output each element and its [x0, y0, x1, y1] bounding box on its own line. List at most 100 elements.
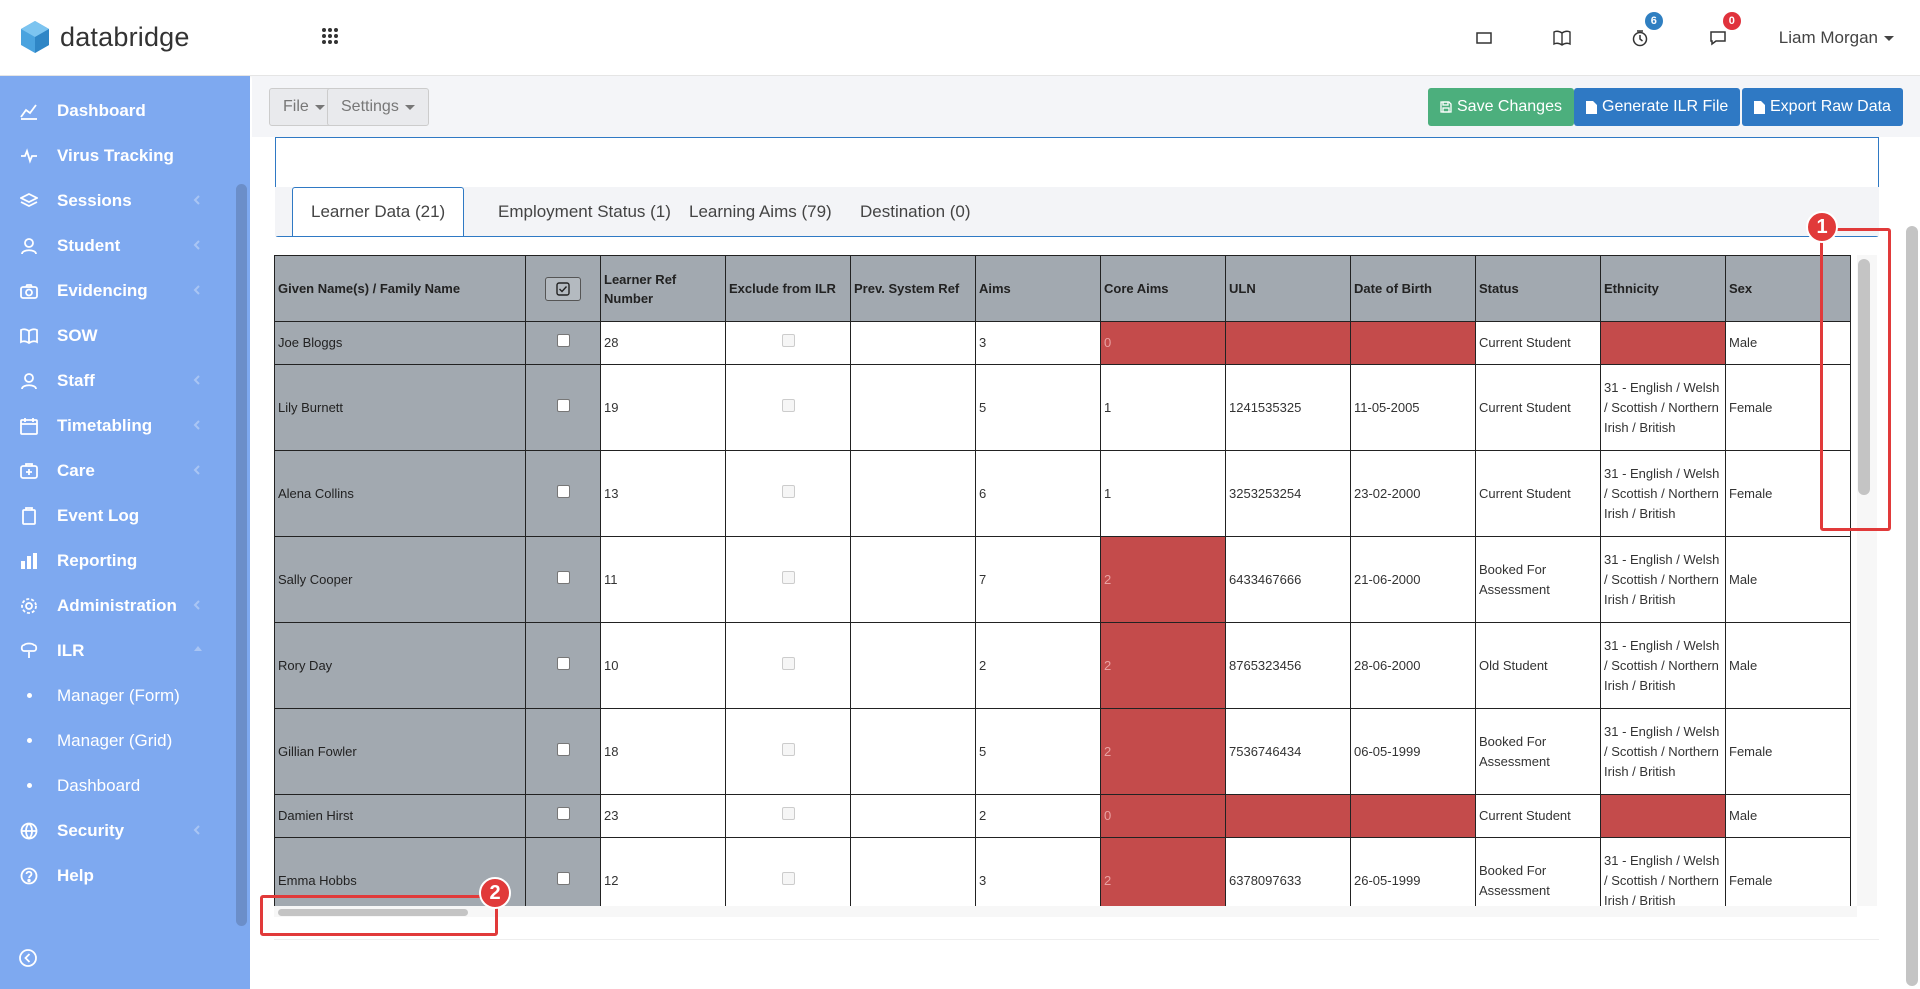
learner-name-cell[interactable]: Sally Cooper — [274, 536, 526, 623]
prev-cell[interactable] — [850, 450, 976, 537]
uln-cell[interactable]: 7536746434 — [1225, 708, 1351, 795]
tab-employment-status[interactable]: Employment Status (1) — [480, 187, 689, 236]
prev-cell[interactable] — [850, 321, 976, 365]
sidebar-subitem-manager-grid[interactable]: Manager (Grid) — [0, 718, 232, 763]
export-raw-data-button[interactable]: Export Raw Data — [1742, 88, 1903, 126]
sidebar-scrollbar[interactable] — [236, 184, 247, 926]
exclude-from-ilr-cell[interactable] — [725, 536, 851, 623]
status-cell[interactable]: Current Student — [1475, 321, 1601, 365]
page-scroll-thumb[interactable] — [1906, 226, 1918, 986]
apps-grid-icon[interactable] — [321, 27, 339, 50]
ethnicity-cell[interactable] — [1600, 321, 1726, 365]
sidebar-item-care[interactable]: Care — [0, 448, 232, 493]
learner-name-cell[interactable]: Damien Hirst — [274, 794, 526, 838]
column-header[interactable]: Aims — [975, 255, 1101, 322]
prev-cell[interactable] — [850, 837, 976, 906]
grid-horizontal-scrollbar[interactable] — [274, 906, 1857, 917]
exclude-from-ilr-cell[interactable] — [725, 321, 851, 365]
window-icon[interactable] — [1469, 23, 1499, 53]
row-select-cell[interactable] — [525, 321, 601, 365]
dob-cell[interactable]: 28-06-2000 — [1350, 622, 1476, 709]
sex-cell[interactable]: Female — [1725, 708, 1851, 795]
uln-cell[interactable]: 3253253254 — [1225, 450, 1351, 537]
aims-cell[interactable]: 2 — [975, 622, 1101, 709]
book-icon[interactable] — [1547, 23, 1577, 53]
core-cell[interactable]: 2 — [1100, 536, 1226, 623]
ethnicity-cell[interactable]: 31 - English / Welsh / Scottish / Northe… — [1600, 837, 1726, 906]
prev-cell[interactable] — [850, 794, 976, 838]
status-cell[interactable]: Booked For Assessment — [1475, 708, 1601, 795]
prev-cell[interactable] — [850, 708, 976, 795]
row-select-checkbox[interactable] — [556, 398, 570, 412]
table-row[interactable]: Alena Collins 13 6 1 3253253254 23-02-2000 Cur… — [274, 450, 1851, 537]
aims-cell[interactable]: 3 — [975, 321, 1101, 365]
core-cell[interactable]: 2 — [1100, 837, 1226, 906]
row-select-cell[interactable] — [525, 622, 601, 709]
sidebar-subitem-manager-form[interactable]: Manager (Form) — [0, 673, 232, 718]
ref-cell[interactable]: 12 — [600, 837, 726, 906]
status-cell[interactable]: Current Student — [1475, 364, 1601, 451]
core-cell[interactable]: 1 — [1100, 450, 1226, 537]
exclude-from-ilr-cell[interactable] — [725, 364, 851, 451]
ethnicity-cell[interactable]: 31 - English / Welsh / Scottish / Northe… — [1600, 708, 1726, 795]
learner-name-cell[interactable]: Gillian Fowler — [274, 708, 526, 795]
dob-cell[interactable]: 06-05-1999 — [1350, 708, 1476, 795]
table-row[interactable]: Joe Bloggs 28 3 0 Current Student Male — [274, 321, 1851, 365]
table-row[interactable]: Emma Hobbs 12 3 2 6378097633 26-05-1999 Booked… — [274, 837, 1851, 906]
dob-cell[interactable] — [1350, 794, 1476, 838]
column-header[interactable]: Prev. System Ref — [850, 255, 976, 322]
sex-cell[interactable]: Male — [1725, 794, 1851, 838]
dob-cell[interactable] — [1350, 321, 1476, 365]
sidebar-item-event-log[interactable]: Event Log — [0, 493, 232, 538]
ethnicity-cell[interactable]: 31 - English / Welsh / Scottish / Northe… — [1600, 450, 1726, 537]
row-select-checkbox[interactable] — [556, 656, 570, 670]
learner-name-cell[interactable]: Alena Collins — [274, 450, 526, 537]
settings-menu-button[interactable]: Settings — [327, 88, 429, 126]
dob-cell[interactable]: 23-02-2000 — [1350, 450, 1476, 537]
table-row[interactable]: Rory Day 10 2 2 8765323456 28-06-2000 Old Stud… — [274, 622, 1851, 709]
uln-cell[interactable]: 8765323456 — [1225, 622, 1351, 709]
column-header[interactable]: Ethnicity — [1600, 255, 1726, 322]
row-select-cell[interactable] — [525, 536, 601, 623]
sidebar-item-reporting[interactable]: Reporting — [0, 538, 232, 583]
ethnicity-cell[interactable] — [1600, 794, 1726, 838]
row-select-cell[interactable] — [525, 837, 601, 906]
uln-cell[interactable]: 6378097633 — [1225, 837, 1351, 906]
table-row[interactable]: Damien Hirst 23 2 0 Current Student Male — [274, 794, 1851, 838]
table-row[interactable]: Gillian Fowler 18 5 2 7536746434 06-05-1999 Bo… — [274, 708, 1851, 795]
row-select-checkbox[interactable] — [556, 334, 570, 347]
prev-cell[interactable] — [850, 364, 976, 451]
core-cell[interactable]: 0 — [1100, 321, 1226, 365]
dob-cell[interactable]: 26-05-1999 — [1350, 837, 1476, 906]
prev-cell[interactable] — [850, 536, 976, 623]
user-menu[interactable]: Liam Morgan — [1779, 28, 1894, 48]
core-cell[interactable]: 1 — [1100, 364, 1226, 451]
column-header[interactable]: Exclude from ILR — [725, 255, 851, 322]
tab-destination[interactable]: Destination (0) — [842, 187, 989, 236]
aims-cell[interactable]: 5 — [975, 708, 1101, 795]
learner-name-cell[interactable]: Rory Day — [274, 622, 526, 709]
ref-cell[interactable]: 28 — [600, 321, 726, 365]
table-row[interactable]: Lily Burnett 19 5 1 1241535325 11-05-2005 Curr… — [274, 364, 1851, 451]
row-select-cell[interactable] — [525, 708, 601, 795]
status-cell[interactable]: Booked For Assessment — [1475, 837, 1601, 906]
ref-cell[interactable]: 13 — [600, 450, 726, 537]
status-cell[interactable]: Old Student — [1475, 622, 1601, 709]
dob-cell[interactable]: 21-06-2000 — [1350, 536, 1476, 623]
sidebar-item-ilr[interactable]: ILR — [0, 628, 232, 673]
chat-icon[interactable]: 0 — [1703, 12, 1741, 53]
aims-cell[interactable]: 5 — [975, 364, 1101, 451]
row-select-checkbox[interactable] — [556, 742, 570, 756]
logo[interactable]: databridge — [20, 20, 190, 54]
exclude-from-ilr-cell[interactable] — [725, 837, 851, 906]
column-header[interactable]: Learner Ref Number — [600, 255, 726, 322]
row-select-checkbox[interactable] — [556, 871, 570, 885]
row-select-cell[interactable] — [525, 794, 601, 838]
uln-cell[interactable] — [1225, 321, 1351, 365]
row-select-checkbox[interactable] — [556, 484, 570, 498]
row-select-cell[interactable] — [525, 450, 601, 537]
ethnicity-cell[interactable]: 31 - English / Welsh / Scottish / Northe… — [1600, 622, 1726, 709]
sidebar-item-sow[interactable]: SOW — [0, 313, 232, 358]
generate-ilr-file-button[interactable]: Generate ILR File — [1574, 88, 1741, 126]
dob-cell[interactable]: 11-05-2005 — [1350, 364, 1476, 451]
